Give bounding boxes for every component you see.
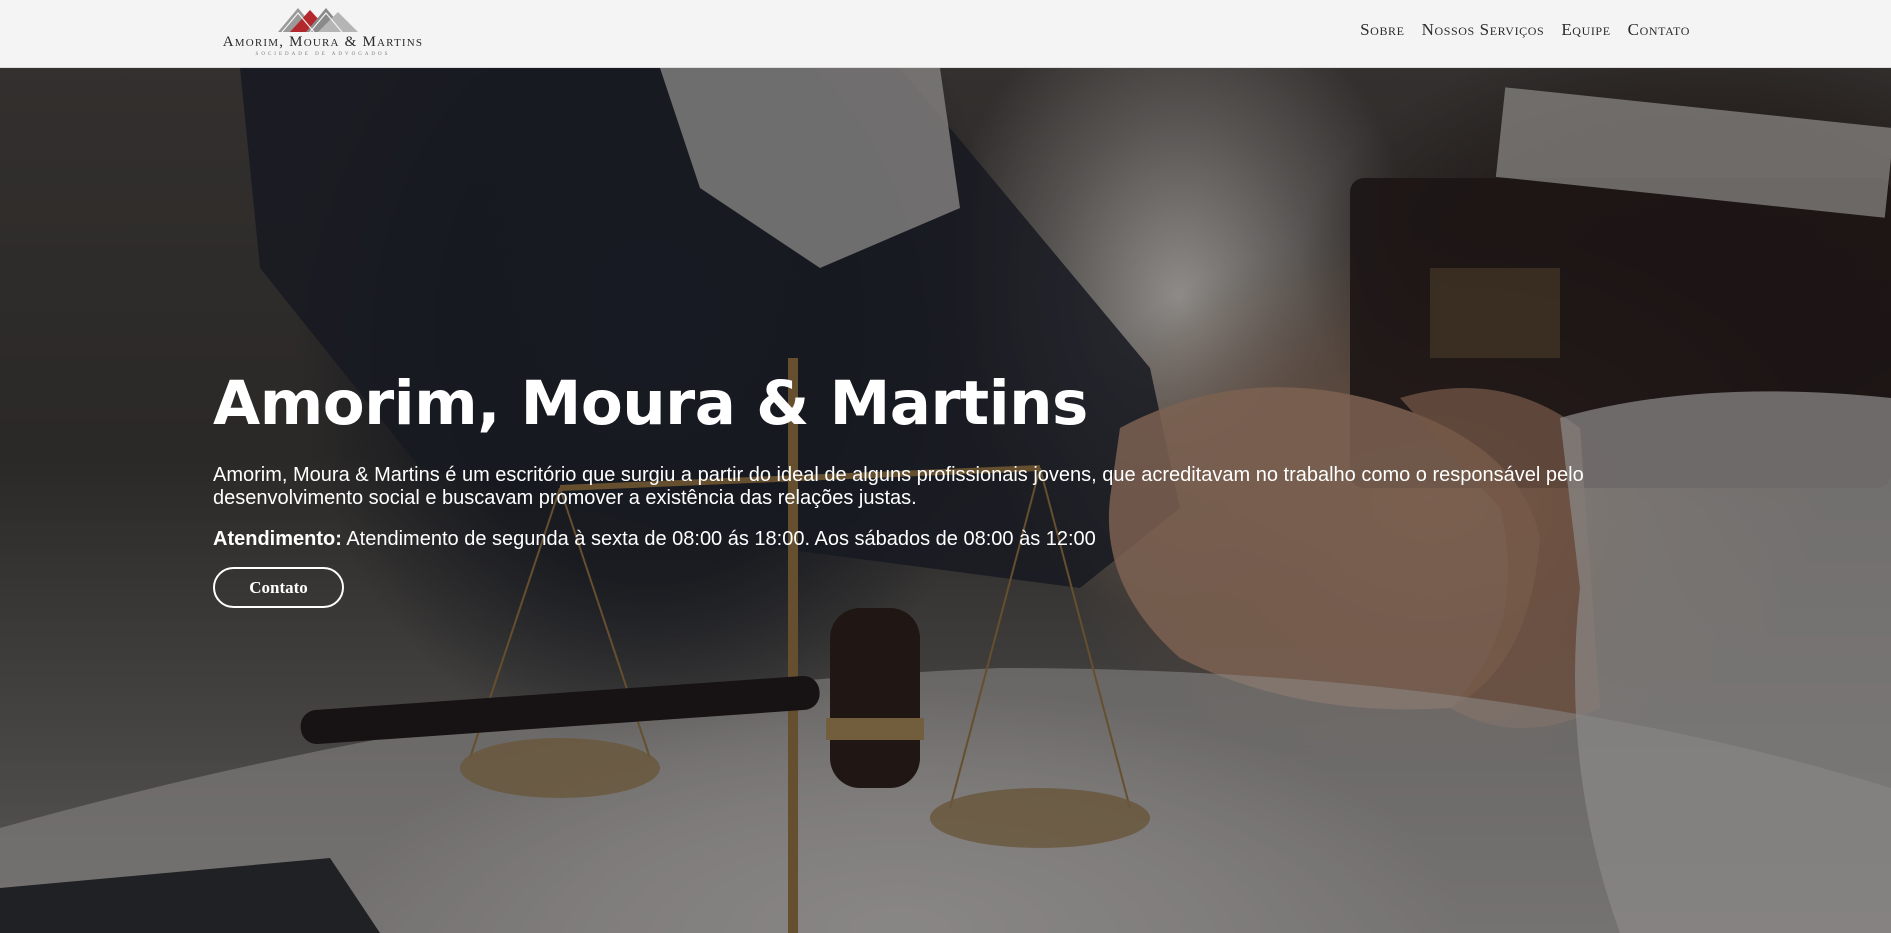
hero-section: Amorim, Moura & Martins Amorim, Moura & … — [0, 68, 1891, 933]
logo-mountains-icon — [278, 8, 358, 33]
nav-item-equipe[interactable]: Equipe — [1561, 20, 1610, 40]
logo-name: Amorim, Moura & Martins — [222, 34, 424, 50]
hero-description: Amorim, Moura & Martins é um escritório … — [213, 464, 1584, 509]
site-header: Amorim, Moura & Martins Sociedade de Adv… — [0, 0, 1891, 68]
hero-hours: Atendimento: Atendimento de segunda à se… — [213, 528, 1096, 551]
hero-title: Amorim, Moura & Martins — [213, 368, 1088, 439]
nav-item-servicos[interactable]: Nossos Serviços — [1422, 20, 1545, 40]
nav-item-contato[interactable]: Contato — [1628, 20, 1690, 40]
contact-button[interactable]: Contato — [213, 567, 344, 608]
main-nav: Sobre Nossos Serviços Equipe Contato — [1360, 20, 1690, 40]
logo[interactable]: Amorim, Moura & Martins Sociedade de Adv… — [198, 4, 448, 60]
hours-label: Atendimento: — [213, 528, 342, 550]
logo-subtitle: Sociedade de Advogados — [255, 52, 391, 57]
hours-text: Atendimento de segunda à sexta de 08:00 … — [341, 528, 1096, 550]
nav-item-sobre[interactable]: Sobre — [1360, 20, 1404, 40]
